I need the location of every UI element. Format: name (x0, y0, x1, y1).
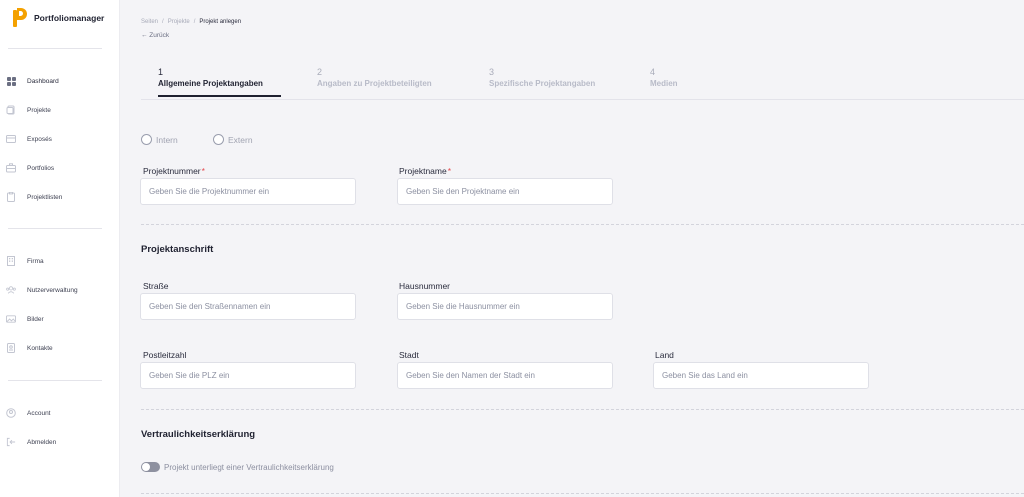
step-1[interactable]: 1 Allgemeine Projektangaben (158, 67, 263, 88)
plz-input[interactable] (140, 362, 356, 389)
step-4[interactable]: 4 Medien (650, 67, 678, 88)
users-icon (6, 285, 16, 295)
sidebar-divider (8, 48, 102, 49)
sidebar-item-dashboard[interactable]: Dashboard (6, 73, 114, 89)
app-name: Portfoliomanager (34, 12, 105, 23)
section-divider (141, 493, 1024, 494)
sidebar-item-account[interactable]: Account (6, 405, 114, 421)
list-icon (6, 192, 16, 202)
logo-icon (13, 8, 27, 27)
required-mark: * (201, 166, 205, 176)
sidebar-item-label: Projekte (27, 106, 51, 114)
step-3[interactable]: 3 Spezifische Projektangaben (489, 67, 595, 88)
land-label: Land (655, 350, 674, 360)
step-number: 4 (650, 67, 656, 77)
account-icon (6, 408, 16, 418)
sidebar-divider (8, 228, 102, 229)
sidebar-item-exposes[interactable]: Exposés (6, 131, 114, 147)
strasse-input[interactable] (140, 293, 356, 320)
stadt-input[interactable] (397, 362, 613, 389)
step-number: 1 (158, 67, 164, 77)
sidebar-divider (8, 380, 102, 381)
breadcrumb-item[interactable]: Projekte (168, 19, 190, 25)
sidebar-item-projektlisten[interactable]: Projektlisten (6, 189, 114, 205)
sidebar-item-label: Account (27, 409, 51, 417)
projects-icon (6, 105, 16, 115)
sidebar-item-label: Nutzerverwaltung (27, 286, 78, 294)
sidebar-item-projekte[interactable]: Projekte (6, 102, 114, 118)
active-step-indicator (158, 95, 281, 97)
projektname-input[interactable] (397, 178, 613, 205)
sidebar-item-label: Projektlisten (27, 193, 63, 201)
main-content: Seiten / Projekte / Projekt anlegen ← Zurück… (120, 0, 1024, 497)
expose-icon (6, 134, 16, 144)
sidebar-item-portfolios[interactable]: Portfolios (6, 160, 114, 176)
step-number: 2 (317, 67, 323, 77)
sidebar-item-nutzerverwaltung[interactable]: Nutzerverwaltung (6, 282, 114, 298)
portfolio-icon (6, 163, 16, 173)
image-icon (6, 314, 16, 324)
projektnummer-input[interactable] (140, 178, 356, 205)
stadt-label: Stadt (399, 350, 419, 360)
breadcrumb: Seiten / Projekte / Projekt anlegen (141, 19, 242, 25)
required-mark: * (447, 166, 452, 176)
step-2[interactable]: 2 Angaben zu Projektbeteiligten (317, 67, 432, 88)
radio-circle[interactable] (213, 134, 224, 145)
sidebar-item-label: Firma (27, 257, 44, 265)
radio-extern[interactable]: Extern (213, 134, 253, 145)
step-label: Angaben zu Projektbeteiligten (317, 79, 432, 88)
radio-intern[interactable]: Intern (141, 134, 178, 145)
section-title-projektanschrift: Projektanschrift (141, 244, 214, 255)
section-divider (141, 409, 1024, 410)
sidebar-item-firma[interactable]: Firma (6, 253, 114, 269)
logout-icon (6, 437, 16, 447)
strasse-label: Straße (143, 281, 169, 291)
sidebar-item-kontakte[interactable]: Kontakte (6, 340, 114, 356)
sidebar-item-label: Exposés (27, 135, 52, 143)
back-link[interactable]: ← Zurück (141, 32, 169, 39)
breadcrumb-item[interactable]: Seiten (141, 19, 158, 25)
projektname-label: Projektname* (399, 166, 452, 176)
radio-circle[interactable] (141, 134, 152, 145)
sidebar-item-label: Bilder (27, 315, 44, 323)
hausnummer-input[interactable] (397, 293, 613, 320)
sidebar-item-bilder[interactable]: Bilder (6, 311, 114, 327)
sidebar: Portfoliomanager Dashboard Projekte Expo… (0, 0, 120, 497)
stepper-divider (141, 99, 1024, 100)
sidebar-item-label: Kontakte (27, 344, 53, 352)
step-label: Medien (650, 79, 678, 88)
projektnummer-label: Projektnummer* (143, 166, 205, 176)
hausnummer-label: Hausnummer (399, 281, 451, 291)
dashboard-icon (6, 76, 16, 86)
breadcrumb-current: Projekt anlegen (199, 19, 242, 25)
sidebar-item-label: Abmelden (27, 438, 57, 446)
step-label: Allgemeine Projektangaben (158, 79, 263, 88)
sidebar-item-label: Portfolios (27, 164, 55, 172)
radio-label: Intern (156, 134, 178, 145)
sidebar-item-abmelden[interactable]: Abmelden (6, 434, 114, 450)
confidential-toggle-row[interactable]: Projekt unterliegt einer Vertraulichkeit… (141, 462, 334, 472)
building-icon (6, 256, 16, 266)
section-title-vertraulichkeit: Vertraulichkeitserklärung (141, 429, 256, 440)
plz-label: Postleitzahl (143, 350, 187, 360)
sidebar-item-label: Dashboard (27, 77, 59, 85)
step-label: Spezifische Projektangaben (489, 79, 596, 88)
section-divider (141, 224, 1024, 225)
toggle-knob (142, 463, 150, 471)
radio-label: Extern (228, 134, 253, 145)
confidential-toggle[interactable] (141, 462, 160, 472)
land-input[interactable] (653, 362, 869, 389)
step-number: 3 (489, 67, 495, 77)
confidential-toggle-label: Projekt unterliegt einer Vertraulichkeit… (164, 462, 334, 472)
contact-icon (6, 343, 16, 353)
app-logo[interactable]: Portfoliomanager (13, 8, 104, 27)
